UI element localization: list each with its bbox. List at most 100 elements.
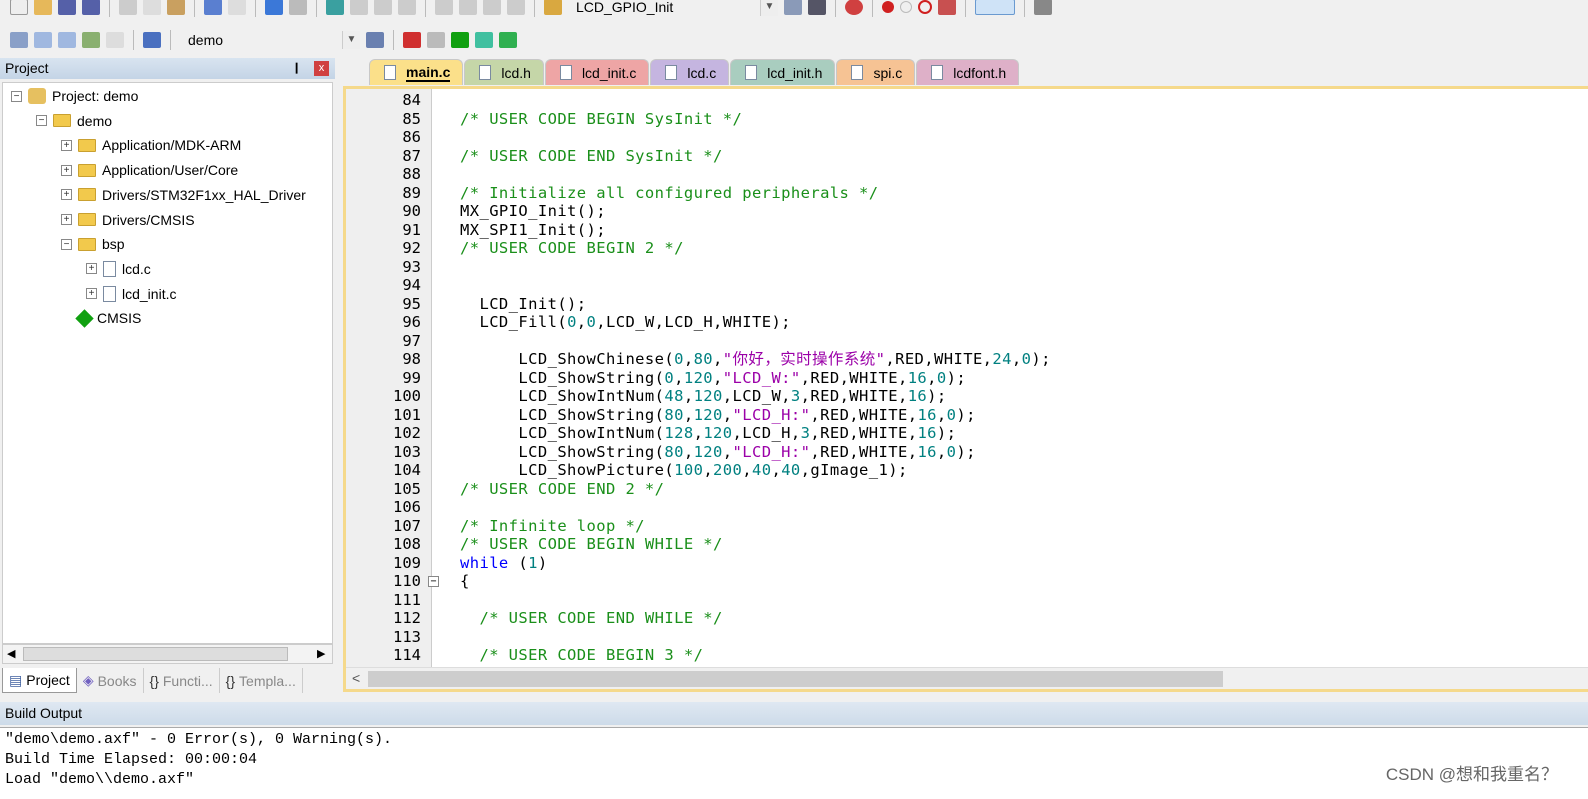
manage-project-items-icon[interactable] (403, 32, 421, 48)
line-number: 105 (393, 479, 421, 498)
code-token: 16 (907, 387, 928, 406)
file-icon (665, 65, 678, 80)
open-icon[interactable] (34, 0, 52, 15)
tree-item[interactable]: − demo (36, 110, 112, 132)
scroll-left-icon[interactable]: < (352, 670, 360, 686)
project-scrollbar[interactable]: ◀ ▶ (2, 644, 333, 664)
pin-icon[interactable]: ❙ (292, 58, 301, 79)
tab-lcd-c[interactable]: lcd.c (650, 59, 730, 85)
new-file-icon[interactable] (10, 0, 28, 15)
configure-icon[interactable] (1034, 0, 1052, 15)
scroll-thumb[interactable] (23, 647, 288, 661)
bottom-tab-books[interactable]: ◈ Books (77, 668, 144, 693)
translate-icon[interactable] (10, 32, 28, 48)
tab-spi-c[interactable]: spi.c (836, 59, 916, 85)
scroll-thumb[interactable] (368, 671, 1223, 687)
pack-installer-icon[interactable] (475, 32, 493, 48)
find-combo[interactable]: LCD_GPIO_Init ▼ (568, 0, 778, 17)
debug-session-icon[interactable] (845, 0, 863, 15)
incremental-find-icon[interactable] (784, 0, 802, 15)
expand-toggle-icon[interactable]: + (61, 164, 72, 176)
code-token: 200 (713, 461, 743, 480)
copy-icon[interactable] (143, 0, 161, 15)
window-layout-button[interactable] (975, 0, 1015, 15)
expand-toggle-icon[interactable]: + (61, 214, 72, 225)
bottom-tab-templa[interactable]: {} Templa... (220, 668, 303, 693)
tree-item-label: CMSIS (97, 310, 142, 327)
scroll-right-icon[interactable]: ▶ (317, 647, 325, 660)
rebuild-icon[interactable] (58, 32, 76, 48)
scroll-left-icon[interactable]: ◀ (7, 647, 15, 660)
tree-item[interactable]: − Project: demo (11, 85, 138, 107)
clear-bookmarks-icon[interactable] (398, 0, 416, 15)
expand-toggle-icon[interactable]: + (86, 263, 97, 275)
comment-icon[interactable] (483, 0, 501, 15)
tab-lcd_init-c[interactable]: lcd_init.c (544, 59, 650, 85)
expand-toggle-icon[interactable]: + (86, 288, 97, 300)
tree-item[interactable]: + Application/User/Core (61, 159, 238, 181)
target-options-icon[interactable] (366, 32, 384, 48)
code-token: /* USER CODE BEGIN 3 */ (460, 646, 704, 665)
code-token: , (927, 368, 937, 387)
tree-item[interactable]: + lcd.c (86, 258, 151, 280)
bottom-tab-project[interactable]: ▤ Project (2, 668, 77, 693)
disable-breakpoint-icon[interactable] (900, 1, 912, 13)
code-token: , (693, 424, 704, 443)
tree-item[interactable]: + Drivers/CMSIS (61, 209, 195, 231)
cut-icon[interactable] (119, 0, 137, 15)
save-all-icon[interactable] (82, 0, 100, 15)
batch-build-icon[interactable] (82, 32, 100, 48)
bookmark-icon[interactable] (326, 0, 344, 15)
manage-run-time-environment-icon[interactable] (451, 32, 469, 48)
prev-bookmark-icon[interactable] (350, 0, 368, 15)
tab-lcdfont-h[interactable]: lcdfont.h (916, 59, 1020, 85)
expand-toggle-icon[interactable]: + (61, 189, 72, 201)
stop-build-icon[interactable] (106, 32, 124, 48)
redo-icon[interactable] (228, 0, 246, 15)
undo-icon[interactable] (204, 0, 222, 15)
tab-lcd-h[interactable]: lcd.h (464, 59, 544, 85)
forward-icon[interactable] (289, 0, 307, 15)
clear-breakpoints-icon[interactable] (918, 0, 932, 14)
unindent-icon[interactable] (459, 0, 477, 15)
tree-item[interactable]: + lcd_init.c (86, 283, 176, 305)
indent-icon[interactable] (435, 0, 453, 15)
code-token: ,LCD_W, (722, 387, 791, 406)
uncomment-icon[interactable] (507, 0, 525, 15)
back-icon[interactable] (265, 0, 283, 15)
next-bookmark-icon[interactable] (374, 0, 392, 15)
tab-main-c[interactable]: main.c (369, 59, 464, 85)
expand-toggle-icon[interactable]: − (36, 115, 47, 127)
paste-icon[interactable] (167, 0, 185, 15)
find-icon[interactable] (808, 0, 826, 15)
select-packs-icon[interactable] (427, 32, 445, 48)
tree-item[interactable]: − bsp (61, 233, 125, 255)
fold-toggle-icon[interactable]: − (428, 576, 439, 588)
expand-toggle-icon[interactable]: − (61, 238, 72, 250)
code-token: while (460, 553, 509, 572)
code-token: 80 (664, 405, 684, 424)
find-in-files-icon[interactable] (544, 0, 562, 15)
code-editor[interactable]: 84 85 /* USER CODE BEGIN SysInit */ 86 87 /* … (343, 86, 1588, 692)
target-select[interactable]: demo ▼ (180, 30, 360, 50)
software-packs-icon[interactable] (499, 32, 517, 48)
breakpoint-icon[interactable] (882, 1, 894, 13)
bottom-tab-functi[interactable]: {} Functi... (144, 668, 220, 693)
kill-breakpoints-icon[interactable] (938, 0, 956, 15)
code-token: /* USER CODE BEGIN SysInit */ (460, 109, 743, 128)
divider (425, 0, 426, 17)
expand-toggle-icon[interactable]: + (61, 139, 72, 151)
tab-lcd_init-h[interactable]: lcd_init.h (730, 59, 836, 85)
tree-item[interactable]: CMSIS (61, 307, 141, 329)
editor-scrollbar[interactable]: < (346, 667, 1588, 689)
tree-item[interactable]: + Application/MDK-ARM (61, 134, 241, 156)
chevron-down-icon[interactable]: ▼ (760, 0, 778, 16)
code-text: LCD_Init(); (460, 295, 587, 314)
save-icon[interactable] (58, 0, 76, 15)
expand-toggle-icon[interactable]: − (11, 90, 22, 102)
tree-item[interactable]: + Drivers/STM32F1xx_HAL_Driver (61, 184, 306, 206)
chevron-down-icon[interactable]: ▼ (342, 31, 360, 49)
build-icon[interactable] (34, 32, 52, 48)
download-load-icon[interactable] (143, 32, 161, 48)
close-icon[interactable]: x (314, 61, 329, 76)
